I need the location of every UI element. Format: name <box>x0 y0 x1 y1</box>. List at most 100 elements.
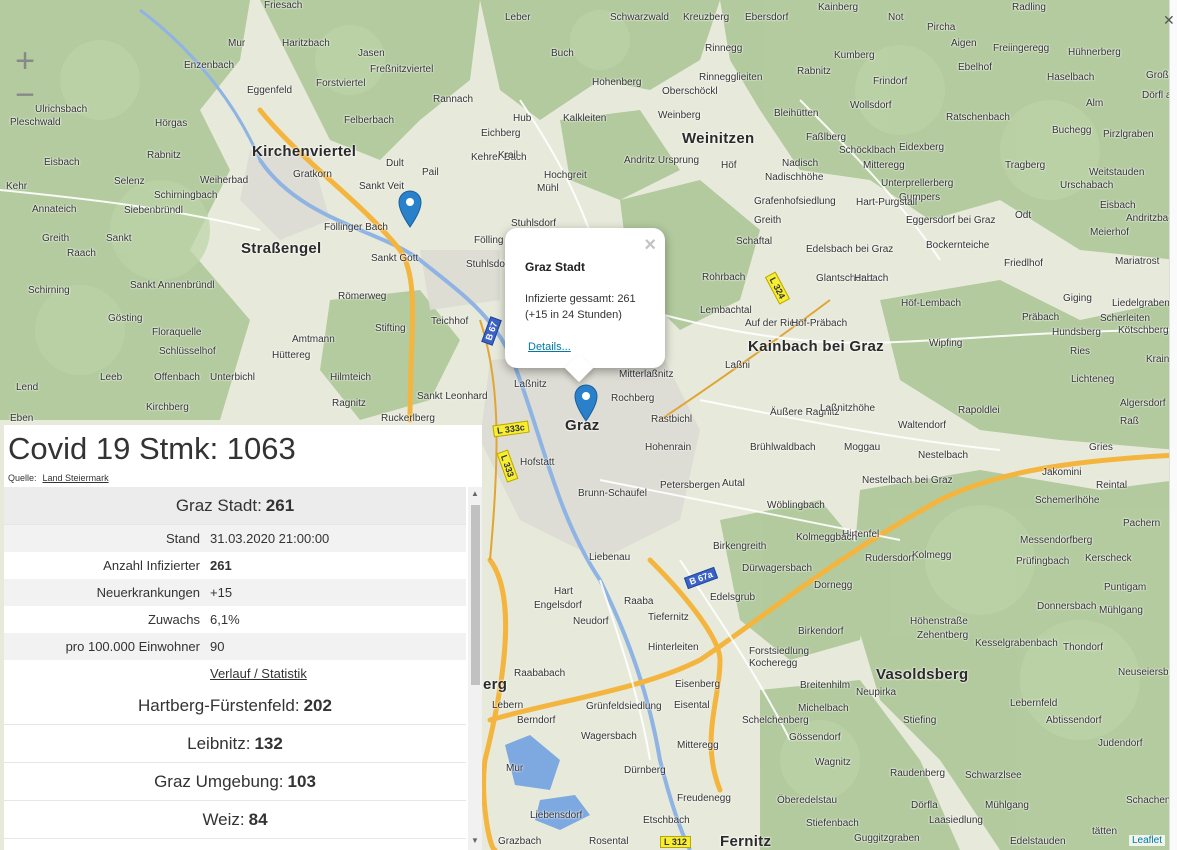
place-label: Kerscheck <box>1085 553 1132 564</box>
place-label: Algersdorf <box>1120 398 1166 409</box>
district-count: 84 <box>248 809 268 829</box>
district-row[interactable]: Leibnitz: 132 <box>4 725 466 763</box>
place-label: Eisbach <box>1100 200 1136 211</box>
place-label: Selenz <box>114 176 145 187</box>
detail-key: Stand <box>166 531 200 546</box>
place-label: Schelchenberg <box>742 715 809 726</box>
district-count: 132 <box>254 733 283 753</box>
place-label: Felberbach <box>344 115 395 126</box>
place-label: Weinberg <box>658 110 701 121</box>
attribution-link[interactable]: Leaflet <box>1128 835 1165 846</box>
district-row[interactable]: Weiz: 84 <box>4 801 466 839</box>
place-label: Raababach <box>514 668 566 679</box>
district-row-selected[interactable]: Graz Stadt: 261 <box>4 487 466 525</box>
place-label: Hohenrain <box>645 442 692 453</box>
detail-row: Verlauf / Statistik <box>4 660 466 687</box>
place-label: Forstsiedlung <box>749 646 810 657</box>
district-name: Graz Stadt: <box>175 495 262 515</box>
place-label: Sankt Veit <box>359 181 405 192</box>
place-label: Brunn-Schaufel <box>578 488 647 499</box>
place-label-major: erg <box>483 676 508 693</box>
source-link[interactable]: Land Steiermark <box>43 473 109 483</box>
place-label: Rabnitz <box>797 66 831 77</box>
scroll-up-icon[interactable]: ▲ <box>468 489 482 501</box>
place-label: Hörgas <box>155 118 188 129</box>
place-label-major: Kirchenviertel <box>252 143 357 160</box>
zoom-in-button[interactable]: + <box>8 42 42 80</box>
scrollbar-thumb[interactable] <box>471 505 480 685</box>
detail-row: Neuerkrankungen +15 <box>4 579 466 606</box>
scrollbar[interactable]: ▲ ▼ <box>468 487 482 850</box>
map-popup: × Graz Stadt Infizierte gessamt: 261 (+1… <box>505 228 665 383</box>
place-label: Birkengreith <box>713 541 767 552</box>
place-label: Hilmteich <box>330 372 372 383</box>
place-label: Grünfeldsiedlung <box>586 701 662 712</box>
popup-infected-24h: (+15 in 24 Stunden) <box>525 309 622 321</box>
place-label: Puntigam <box>1104 582 1147 593</box>
place-label: Eisbach <box>44 157 80 168</box>
place-label: Rabnitz <box>147 150 181 161</box>
place-label: Kirchberg <box>146 402 189 413</box>
place-label: Teichhof <box>431 316 469 327</box>
district-count: 202 <box>303 695 332 715</box>
place-label: Kreuzberg <box>683 12 730 23</box>
place-label: Pachern <box>1123 518 1161 529</box>
place-label: Nadischhöhe <box>765 172 824 183</box>
place-label: Edelstauden <box>1010 836 1066 847</box>
place-label: Eisenberg <box>675 679 721 690</box>
place-label: Edelsbach bei Graz <box>806 244 894 255</box>
place-label: Rudersdorf <box>865 553 915 564</box>
place-label: Unterbichl <box>210 372 256 383</box>
district-row[interactable]: Graz Umgebung: 103 <box>4 763 466 801</box>
place-label: Schwarzlsee <box>965 770 1022 781</box>
place-label: Laßnitz <box>514 379 547 390</box>
place-label: Mariatrost <box>1115 256 1160 267</box>
place-label-major: Kainbach bei Graz <box>748 338 884 355</box>
place-label: Grazbach <box>498 836 542 847</box>
detail-value: +15 <box>210 585 233 600</box>
place-label: Glantschenbach <box>816 273 889 284</box>
place-label: Wagnitz <box>815 757 851 768</box>
place-label: Laßni <box>725 360 751 371</box>
place-label: Friedlhof <box>1004 258 1043 269</box>
place-label: Stifting <box>375 323 406 334</box>
place-label: Weitstauden <box>1089 167 1145 178</box>
place-label: Stiefenbach <box>806 818 859 829</box>
place-label: Enzenbach <box>184 60 235 71</box>
detail-row: Stand 31.03.2020 21:00:00 <box>4 525 466 552</box>
place-label: Kolmegg <box>912 550 952 561</box>
place-label: Freudenegg <box>677 793 731 804</box>
place-label: Kötschberg <box>1118 325 1169 336</box>
info-panel: Covid 19 Stmk: 1063 Quelle: Land Steierma… <box>4 425 482 850</box>
close-icon[interactable]: ✕ <box>1163 12 1175 29</box>
place-label: Nestelbach bei Graz <box>862 475 953 486</box>
scroll-down-icon[interactable]: ▼ <box>468 836 482 848</box>
place-label: Eggenfeld <box>247 85 293 96</box>
place-label: Dult <box>386 158 404 169</box>
detail-key: pro 100.000 Einwohner <box>65 639 200 654</box>
place-label: Kocheregg <box>749 658 798 669</box>
place-label: Bleihütten <box>774 108 819 119</box>
close-icon[interactable]: × <box>644 234 656 257</box>
district-list: Graz Stadt: 261 Stand 31.03.2020 21:00:00 … <box>4 487 466 850</box>
district-row[interactable]: Hartberg-Fürstenfeld: 202 <box>4 687 466 725</box>
place-label: Amtmann <box>292 334 335 345</box>
place-label: Schemerlhöhe <box>1035 495 1100 506</box>
place-label: Freiingeregg <box>993 43 1050 54</box>
place-label: Judendorf <box>1098 738 1143 749</box>
place-label: Dörfla <box>911 800 938 811</box>
zoom-out-button[interactable]: − <box>8 76 42 114</box>
statistics-link[interactable]: Verlauf / Statistik <box>210 666 307 681</box>
place-label: Kainberg <box>818 2 859 13</box>
place-label: Breitenhilm <box>800 680 851 691</box>
place-label-major: Vasoldsberg <box>876 666 969 683</box>
place-label: Liebensdorf <box>530 810 583 821</box>
place-label: Sankt Leonhard <box>417 391 488 402</box>
place-label: Hühnerberg <box>1068 47 1121 58</box>
place-label: Lebernfeld <box>1010 698 1058 709</box>
place-label: Wollsdorf <box>850 100 892 111</box>
place-label: Michelbach <box>798 703 849 714</box>
district-name: Weiz: <box>202 809 245 829</box>
popup-details-link[interactable]: Details... <box>528 341 571 353</box>
place-label: Hart <box>854 273 873 284</box>
